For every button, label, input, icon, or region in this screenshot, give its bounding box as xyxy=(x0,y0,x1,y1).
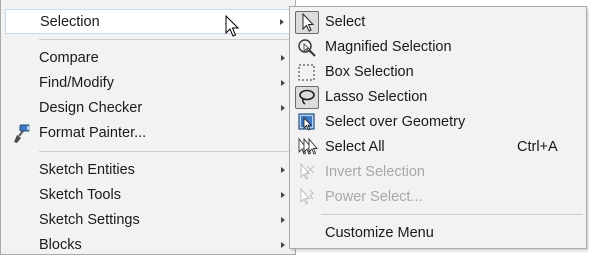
menu-separator xyxy=(39,39,289,40)
menu-item-selection[interactable]: Selection xyxy=(5,9,295,34)
menu-item-select-all[interactable]: Select All Ctrl+A xyxy=(292,135,584,160)
context-menu: Selection Compare Find/Modify Design Che… xyxy=(0,0,296,255)
menu-item-label: Sketch Settings xyxy=(39,212,140,228)
menu-item-box-selection[interactable]: Box Selection xyxy=(292,60,584,85)
power-select-icon xyxy=(295,186,319,209)
menu-item-label: Box Selection xyxy=(325,64,414,80)
menu-item-design-checker[interactable]: Design Checker xyxy=(5,96,295,121)
menu-item-sketch-entities[interactable]: Sketch Entities xyxy=(5,158,295,183)
menu-item-label: Lasso Selection xyxy=(325,89,428,105)
submenu-arrow-icon xyxy=(281,55,285,61)
menu-item-format-painter[interactable]: Format Painter... xyxy=(5,121,295,146)
menu-item-label: Compare xyxy=(39,50,99,66)
lasso-selection-icon xyxy=(295,86,319,109)
menu-item-label: Sketch Tools xyxy=(39,187,121,203)
menu-item-label: Blocks xyxy=(39,237,82,253)
select-arrow-icon xyxy=(295,11,319,34)
menu-item-sketch-settings[interactable]: Sketch Settings xyxy=(5,208,295,233)
menu-item-sketch-tools[interactable]: Sketch Tools xyxy=(5,183,295,208)
mouse-cursor-icon xyxy=(225,14,241,39)
menu-separator xyxy=(39,151,289,152)
menu-item-label: Sketch Entities xyxy=(39,162,135,178)
menu-item-label: Magnified Selection xyxy=(325,39,452,55)
magnified-selection-icon xyxy=(295,36,319,59)
menu-separator xyxy=(321,214,583,215)
keyboard-shortcut: Ctrl+A xyxy=(517,139,558,155)
menu-item-label: Selection xyxy=(40,14,100,30)
menu-item-find-modify[interactable]: Find/Modify xyxy=(5,71,295,96)
submenu-arrow-icon xyxy=(281,192,285,198)
menu-item-label: Design Checker xyxy=(39,100,143,116)
menu-item-blocks[interactable]: Blocks xyxy=(5,233,295,258)
menu-item-label: Select All xyxy=(325,139,385,155)
submenu-arrow-icon xyxy=(281,105,285,111)
menu-item-label: Invert Selection xyxy=(325,164,425,180)
menu-item-customize-menu[interactable]: Customize Menu xyxy=(292,221,584,246)
submenu-arrow-icon xyxy=(281,242,285,248)
menu-item-compare[interactable]: Compare xyxy=(5,46,295,71)
format-painter-icon xyxy=(11,123,33,145)
selection-submenu: Select Magnified Selection Box Selection… xyxy=(289,6,587,249)
menu-item-label: Customize Menu xyxy=(325,225,434,241)
menu-item-label: Find/Modify xyxy=(39,75,114,91)
menu-item-magnified-selection[interactable]: Magnified Selection xyxy=(292,35,584,60)
menu-item-label: Power Select... xyxy=(325,189,423,205)
submenu-arrow-icon xyxy=(281,80,285,86)
submenu-arrow-icon xyxy=(281,167,285,173)
menu-item-select[interactable]: Select xyxy=(292,10,584,35)
menu-item-select-over-geometry[interactable]: Select over Geometry xyxy=(292,110,584,135)
select-over-geometry-icon xyxy=(295,111,319,134)
menu-item-label: Format Painter... xyxy=(39,125,147,141)
invert-selection-icon xyxy=(295,161,319,184)
menu-item-lasso-selection[interactable]: Lasso Selection xyxy=(292,85,584,110)
select-all-icon xyxy=(295,136,319,159)
submenu-arrow-icon xyxy=(281,217,285,223)
box-selection-icon xyxy=(295,61,319,84)
menu-item-power-select[interactable]: Power Select... xyxy=(292,185,584,210)
menu-item-invert-selection[interactable]: Invert Selection xyxy=(292,160,584,185)
submenu-arrow-icon xyxy=(280,19,284,25)
menu-item-label: Select over Geometry xyxy=(325,114,466,130)
menu-item-label: Select xyxy=(325,14,366,30)
